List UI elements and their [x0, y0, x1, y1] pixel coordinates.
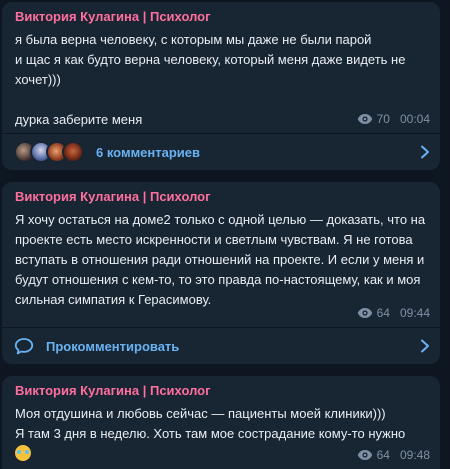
post-time: 09:48 — [399, 448, 430, 462]
comment-button[interactable]: Прокомментировать — [2, 328, 440, 364]
comment-icon — [14, 338, 34, 355]
view-count: 64 — [376, 448, 390, 462]
post-time: 00:04 — [399, 112, 430, 126]
channel-post-3: Виктория Кулагина | Психолог Моя отдушин… — [2, 376, 440, 469]
comment-label: Прокомментировать — [46, 338, 180, 354]
channel-post-1: Виктория Кулагина | Психолог я была верн… — [2, 2, 440, 170]
channel-feed: Виктория Кулагина | Психолог я была верн… — [0, 0, 450, 469]
post-text: Я хочу остаться на доме2 только с одной … — [15, 212, 429, 307]
commenter-avatars — [14, 141, 84, 163]
chevron-right-icon — [421, 339, 429, 353]
channel-post-2: Виктория Кулагина | Психолог Я хочу оста… — [2, 182, 440, 364]
view-count: 64 — [376, 306, 390, 320]
post-author[interactable]: Виктория Кулагина | Психолог — [15, 8, 428, 26]
post-author[interactable]: Виктория Кулагина | Психолог — [15, 382, 428, 400]
post-text-content: Моя отдушина и любовь сейчас — пациенты … — [15, 406, 406, 441]
chevron-right-icon — [421, 145, 429, 159]
avatar — [62, 141, 84, 163]
eye-icon — [357, 114, 372, 124]
post-meta: 64 09:44 — [357, 306, 430, 320]
eye-icon — [357, 308, 372, 318]
view-count: 70 — [376, 112, 390, 126]
comments-label: 6 комментариев — [96, 144, 201, 160]
post-meta: 70 00:04 — [357, 112, 430, 126]
post-time: 09:44 — [399, 306, 430, 320]
post-meta: 64 09:48 — [357, 448, 430, 462]
post-author[interactable]: Виктория Кулагина | Психолог — [15, 188, 428, 206]
eye-icon — [357, 450, 372, 460]
crying-laughing-emoji-icon — [15, 445, 31, 461]
comments-button[interactable]: 6 комментариев — [2, 134, 440, 170]
